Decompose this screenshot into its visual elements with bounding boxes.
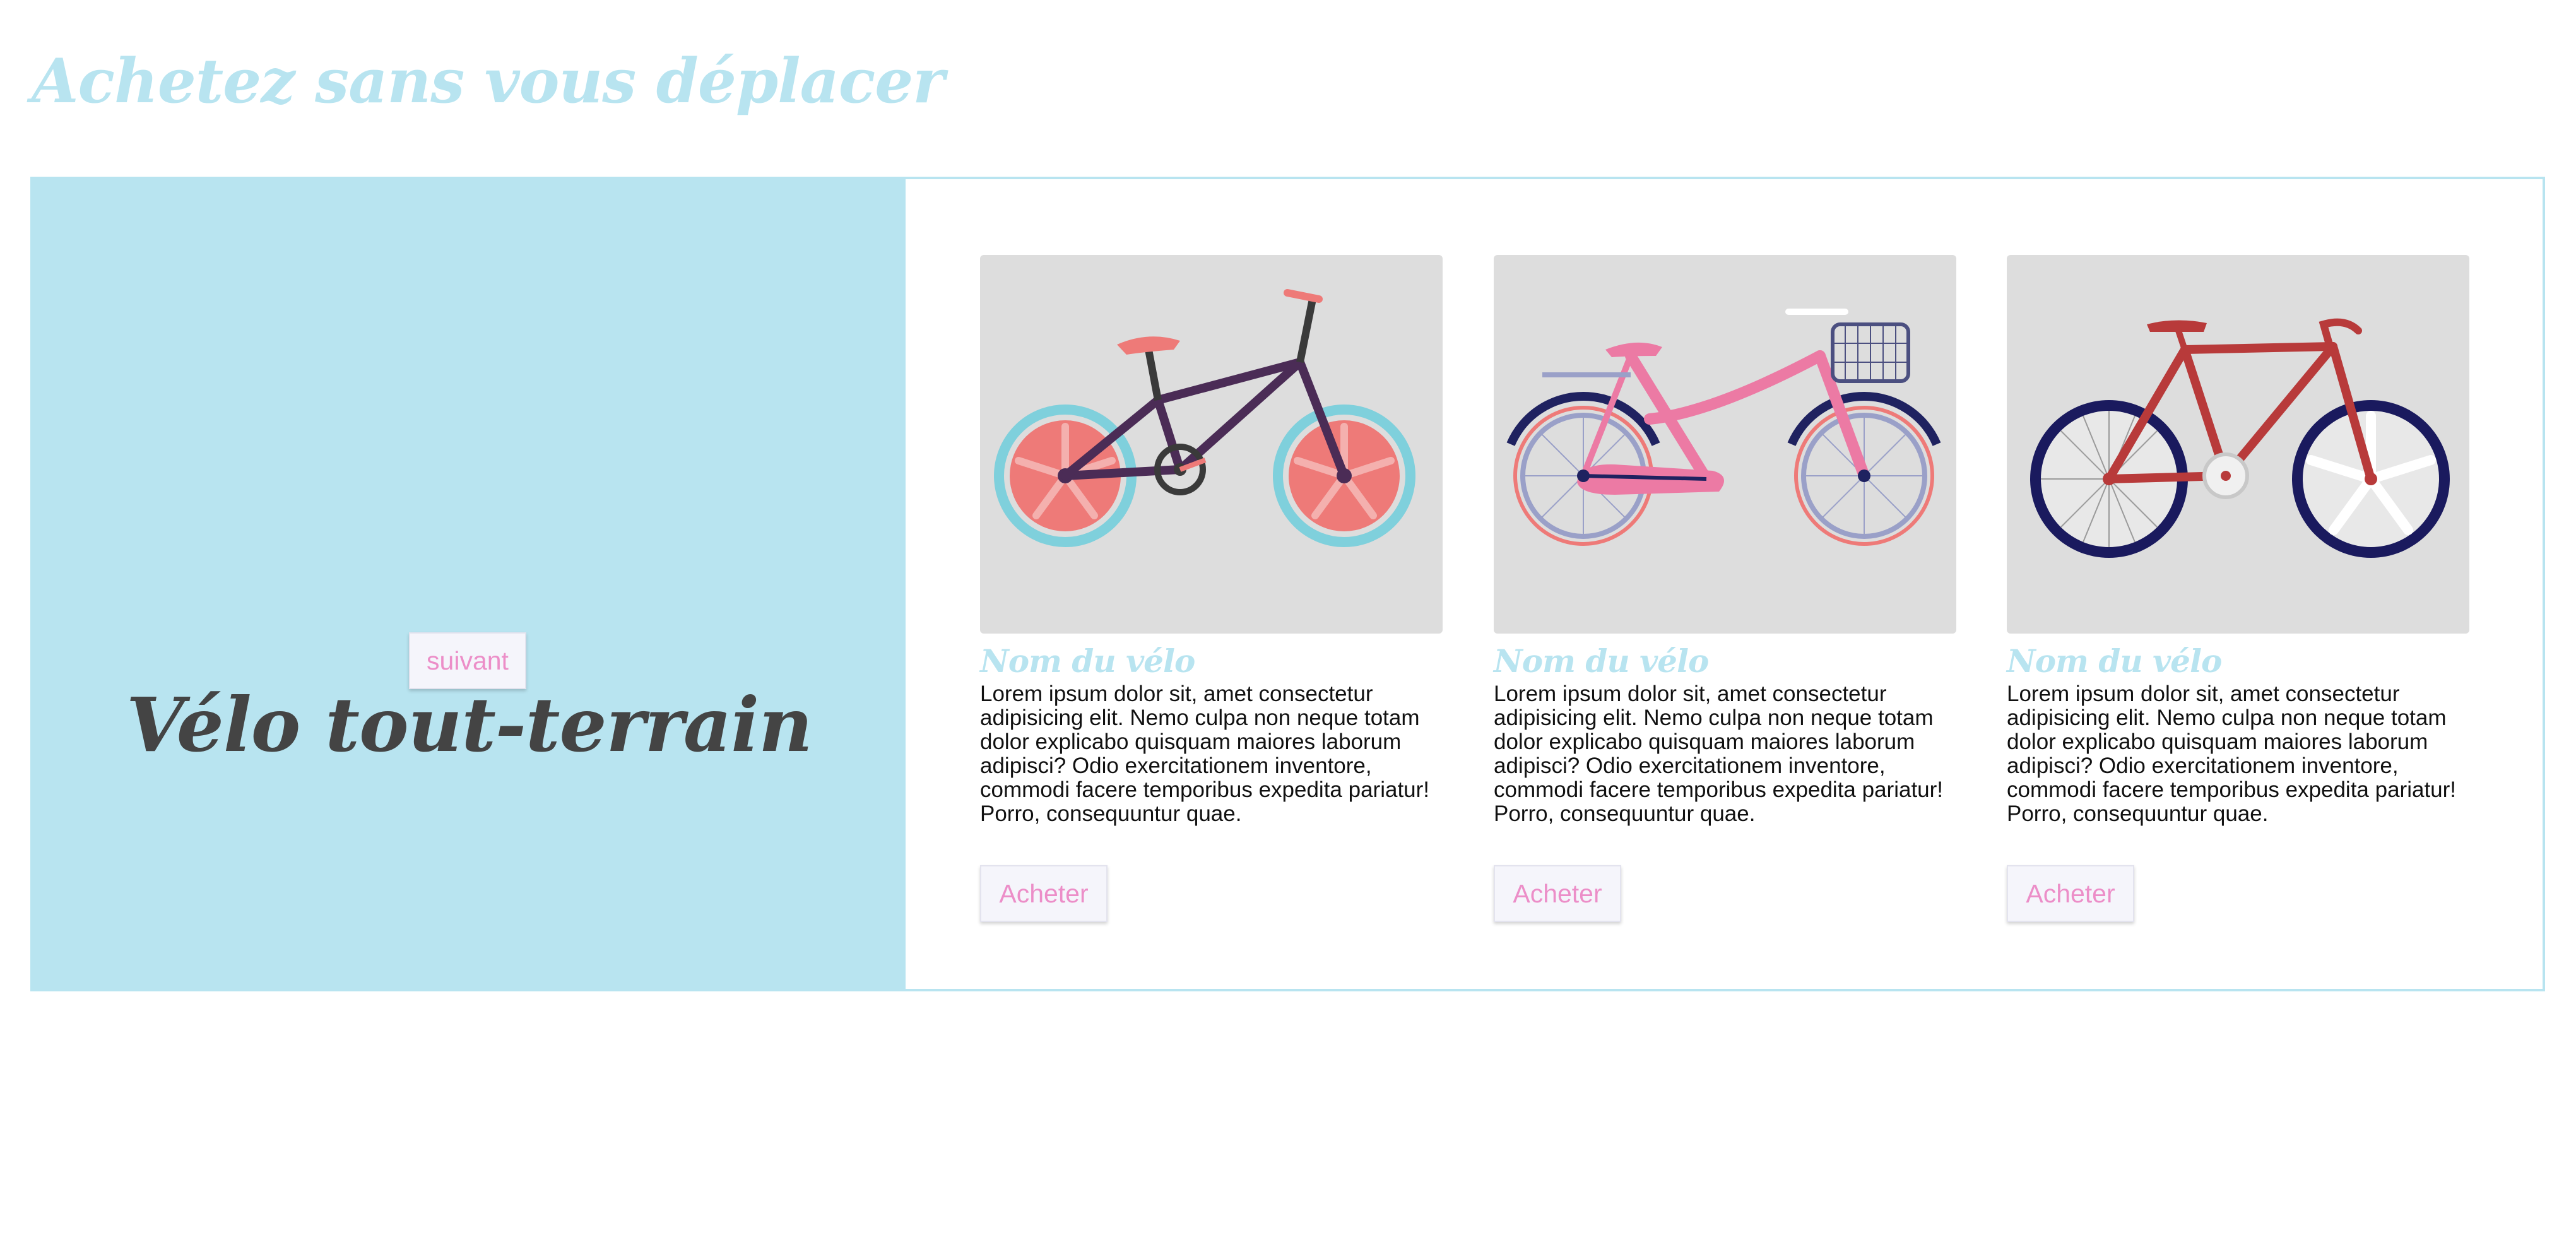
- product-name: Nom du vélo: [980, 642, 1195, 680]
- product-description: Lorem ipsum dolor sit, amet consectetur …: [1494, 682, 1944, 826]
- hero-title: Vélo tout-terrain: [126, 681, 813, 769]
- product-name: Nom du vélo: [2007, 642, 2222, 680]
- buy-button[interactable]: Acheter: [1494, 865, 1621, 922]
- hero-panel: suivant Vélo tout-terrain: [33, 179, 906, 989]
- buy-button[interactable]: Acheter: [980, 865, 1108, 922]
- product-description: Lorem ipsum dolor sit, amet consectetur …: [2007, 682, 2457, 826]
- product-card: Nom du vélo Lorem ipsum dolor sit, amet …: [980, 255, 1443, 922]
- road-bike-illustration: [2029, 318, 2450, 558]
- product-image: [980, 255, 1443, 634]
- product-list: Nom du vélo Lorem ipsum dolor sit, amet …: [906, 179, 2543, 989]
- product-description: Lorem ipsum dolor sit, amet consectetur …: [980, 682, 1430, 826]
- product-image: [1494, 255, 1956, 634]
- buy-button[interactable]: Acheter: [2007, 865, 2134, 922]
- product-name: Nom du vélo: [1494, 642, 1709, 680]
- bmx-bike-illustration: [993, 289, 1415, 547]
- product-card: Nom du vélo Lorem ipsum dolor sit, amet …: [2007, 255, 2469, 922]
- shop-section: suivant Vélo tout-terrain Nom du vélo Lo…: [30, 177, 2545, 991]
- product-card: Nom du vélo Lorem ipsum dolor sit, amet …: [1494, 255, 1956, 922]
- city-bike-with-basket-illustration: [1506, 309, 1941, 546]
- page-title: Achetez sans vous déplacer: [32, 45, 945, 117]
- product-image: [2007, 255, 2469, 634]
